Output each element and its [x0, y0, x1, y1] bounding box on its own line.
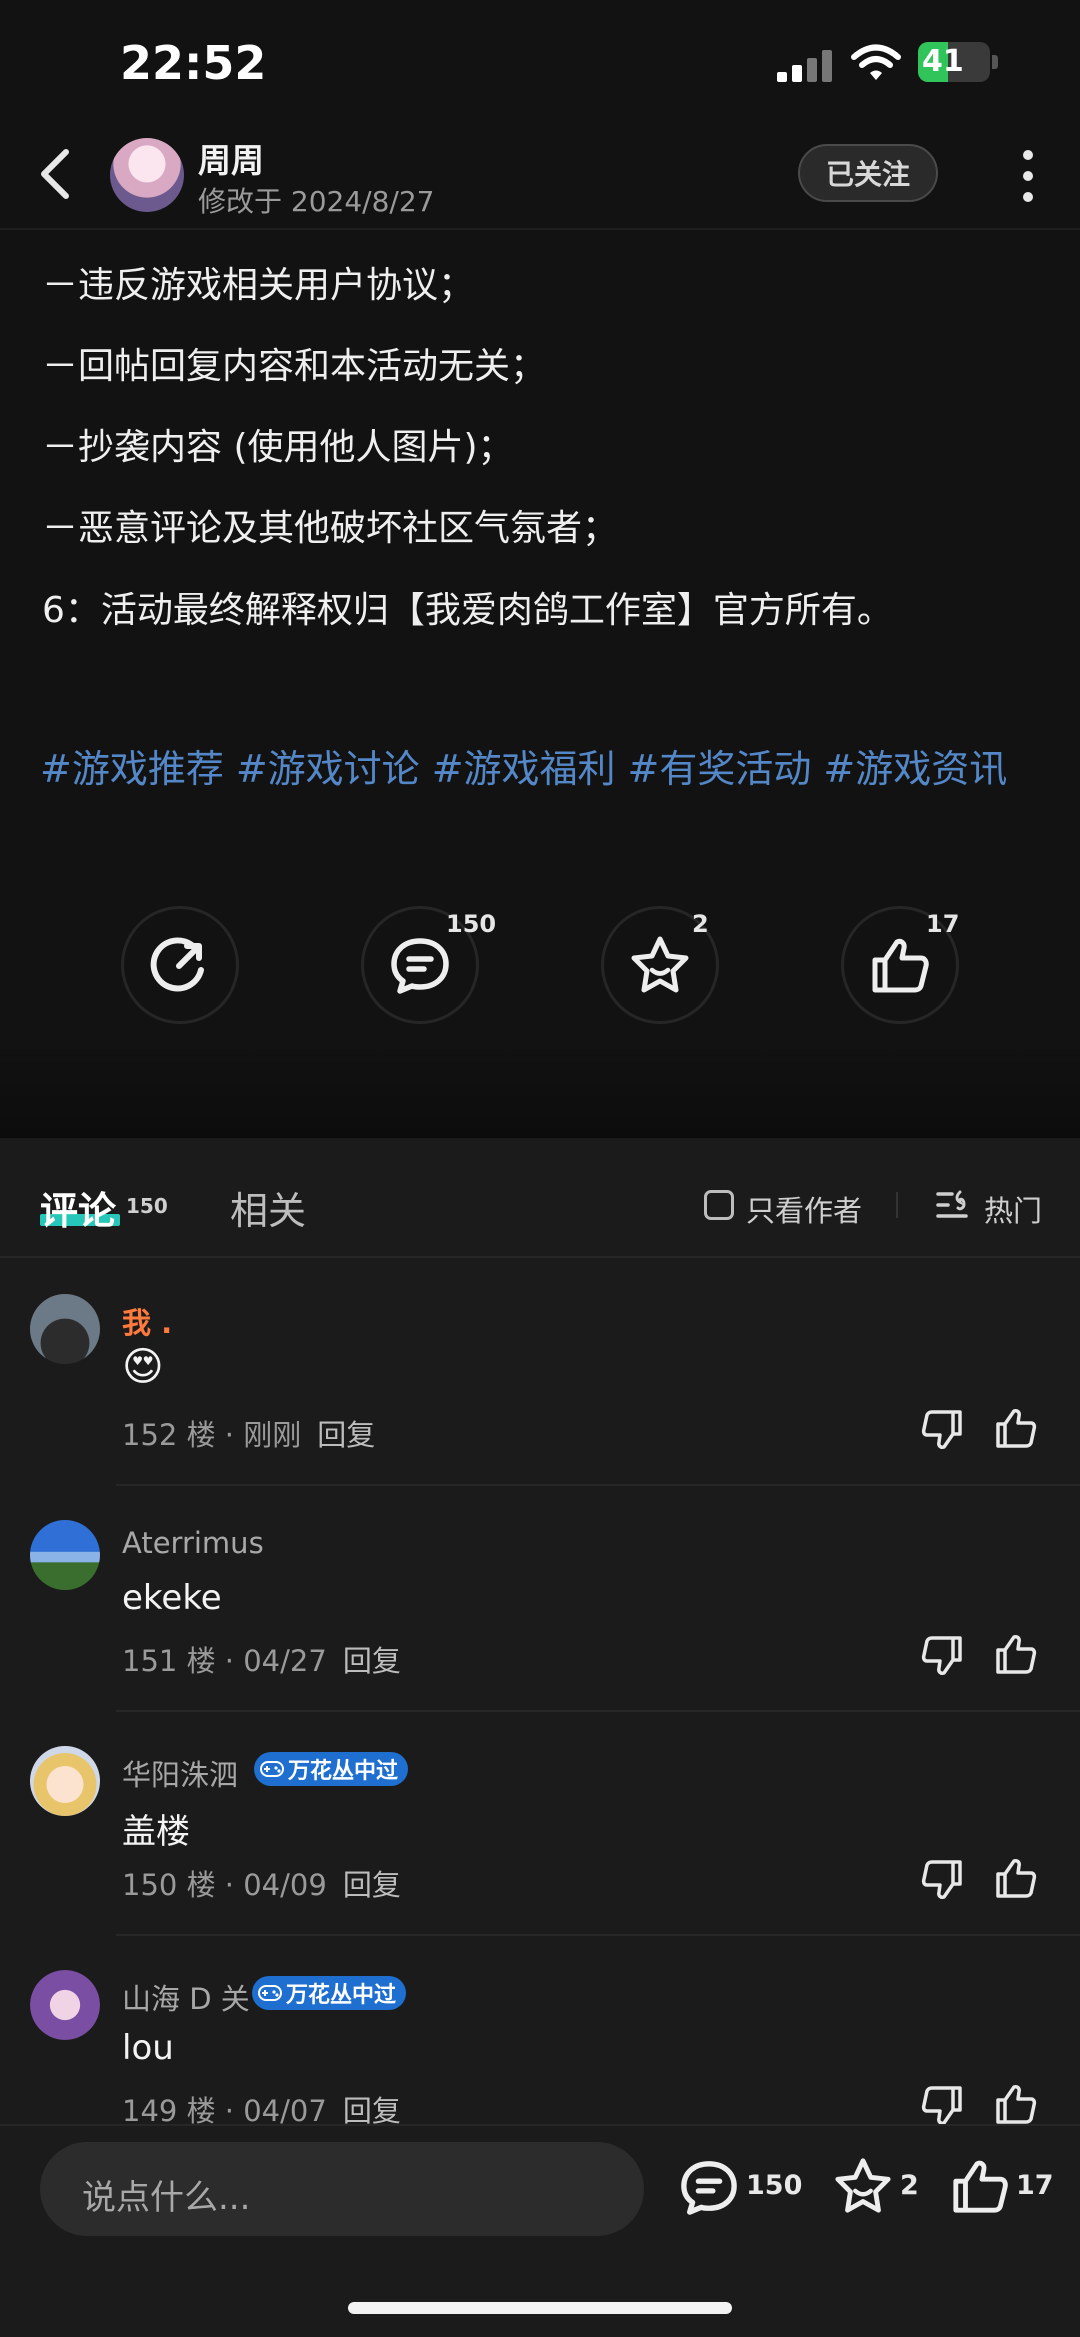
author-name[interactable]: 周周: [198, 134, 264, 182]
tag-link[interactable]: #游戏推荐: [40, 747, 224, 791]
comment-floor: 150 楼 · 04/09: [122, 1868, 327, 1902]
bottom-favorite-count: 2: [900, 2170, 919, 2201]
user-badge: 万花丛中过: [252, 1976, 407, 2010]
favorite-count: 2: [692, 910, 709, 938]
rule-line: 6：活动最终解释权归【我爱肉鸽工作室】官方所有。: [42, 590, 893, 631]
only-author-checkbox[interactable]: [704, 1190, 734, 1220]
status-time: 22:52: [120, 36, 267, 90]
user-badge: 万花丛中过: [254, 1752, 409, 1786]
dislike-icon[interactable]: [920, 1858, 964, 1902]
star-icon[interactable]: [832, 2156, 894, 2216]
only-author-label[interactable]: 只看作者: [746, 1188, 862, 1230]
comment-meta: 152 楼 · 刚刚 回复: [122, 1412, 375, 1454]
reply-button[interactable]: 回复: [343, 1868, 401, 1902]
bottom-like-count: 17: [1016, 2170, 1054, 2201]
dislike-icon[interactable]: [920, 1634, 964, 1678]
follow-button[interactable]: 已关注: [798, 144, 938, 202]
more-options-icon[interactable]: [1018, 150, 1038, 202]
dislike-icon[interactable]: [920, 2084, 964, 2128]
comment-text: 😍: [122, 1344, 164, 1390]
rule-line: －违反游戏相关用户协议；: [42, 265, 475, 306]
like-count: 17: [926, 910, 960, 938]
reply-button[interactable]: 回复: [343, 2094, 401, 2128]
tab-comments-count: 150: [126, 1194, 168, 1218]
rule-line: －回帖回复内容和本活动无关；: [42, 346, 547, 387]
badge-label: 万花丛中过: [288, 1759, 399, 1784]
sort-icon[interactable]: [936, 1188, 970, 1222]
tag-link[interactable]: #游戏资讯: [823, 747, 1007, 791]
like-icon[interactable]: [994, 1856, 1038, 1900]
tab-separator: [896, 1192, 898, 1218]
share-button[interactable]: [121, 906, 239, 1024]
commenter-avatar[interactable]: [30, 1970, 100, 2040]
comment-floor: 149 楼 · 04/07: [122, 2094, 327, 2128]
like-icon[interactable]: [994, 1632, 1038, 1676]
share-icon: [150, 937, 204, 992]
dislike-icon[interactable]: [920, 1408, 964, 1452]
comment-meta: 151 楼 · 04/27 回复: [122, 1638, 401, 1680]
commenter-name[interactable]: 山海 D 关: [122, 1976, 250, 2018]
tag-link[interactable]: #游戏福利: [432, 747, 616, 791]
comment-icon[interactable]: [678, 2158, 740, 2216]
like-icon[interactable]: [994, 2082, 1038, 2126]
comment-input-placeholder[interactable]: 说点什么...: [82, 2170, 250, 2219]
back-arrow-icon[interactable]: [36, 144, 76, 204]
commenter-avatar[interactable]: [30, 1520, 100, 1590]
reply-button[interactable]: 回复: [317, 1418, 375, 1452]
comment-divider: [116, 1484, 1080, 1486]
section-fade: [0, 1040, 1080, 1140]
gamepad-icon: [260, 1761, 284, 1777]
commenter-avatar[interactable]: [30, 1746, 100, 1816]
thumbs-up-icon[interactable]: [950, 2156, 1010, 2216]
tag-link[interactable]: #游戏讨论: [236, 747, 420, 791]
comment-text: lou: [122, 2028, 174, 2068]
commenter-avatar[interactable]: [30, 1294, 100, 1364]
comment-meta: 150 楼 · 04/09 回复: [122, 1862, 401, 1904]
reply-button[interactable]: 回复: [343, 1644, 401, 1678]
sort-hot[interactable]: 热门: [984, 1188, 1042, 1230]
battery-percent: 41: [922, 44, 964, 79]
gamepad-icon: [258, 1985, 282, 2001]
rule-line: －恶意评论及其他破坏社区气氛者；: [42, 508, 619, 549]
tag-list: #游戏推荐 #游戏讨论 #游戏福利 #有奖活动 #游戏资讯: [40, 738, 1019, 793]
star-icon: [631, 936, 689, 993]
battery-icon: 41: [918, 42, 998, 82]
commenter-name[interactable]: Aterrimus: [122, 1526, 264, 1560]
tab-related[interactable]: 相关: [230, 1180, 306, 1235]
comment-text: ekeke: [122, 1578, 222, 1618]
thumbs-up-icon: [872, 938, 929, 993]
like-icon[interactable]: [994, 1406, 1038, 1450]
comment-divider: [116, 1934, 1080, 1936]
header-divider: [0, 228, 1080, 230]
modified-date: 修改于 2024/8/27: [198, 185, 435, 218]
author-avatar[interactable]: [110, 138, 184, 212]
rule-line: －抄袭内容 (使用他人图片)；: [42, 427, 514, 468]
tag-link[interactable]: #有奖活动: [628, 747, 812, 791]
commenter-name[interactable]: 我 .: [122, 1300, 172, 1342]
commenter-name[interactable]: 华阳洙泗: [122, 1752, 238, 1794]
tab-comments[interactable]: 评论: [40, 1180, 116, 1235]
comment-icon: [391, 938, 449, 994]
wifi-icon: [851, 44, 901, 80]
cellular-signal-icon: [777, 50, 832, 82]
bottom-comment-count: 150: [746, 2170, 803, 2201]
comment-floor: 151 楼 · 04/27: [122, 1644, 327, 1678]
badge-label: 万花丛中过: [286, 1983, 397, 2008]
comment-divider: [116, 1710, 1080, 1712]
comment-floor: 152 楼 · 刚刚: [122, 1418, 302, 1452]
tabs-divider: [0, 1256, 1080, 1258]
comment-text: 盖楼: [122, 1812, 190, 1852]
comment-count: 150: [446, 910, 497, 938]
home-indicator[interactable]: [348, 2302, 732, 2314]
